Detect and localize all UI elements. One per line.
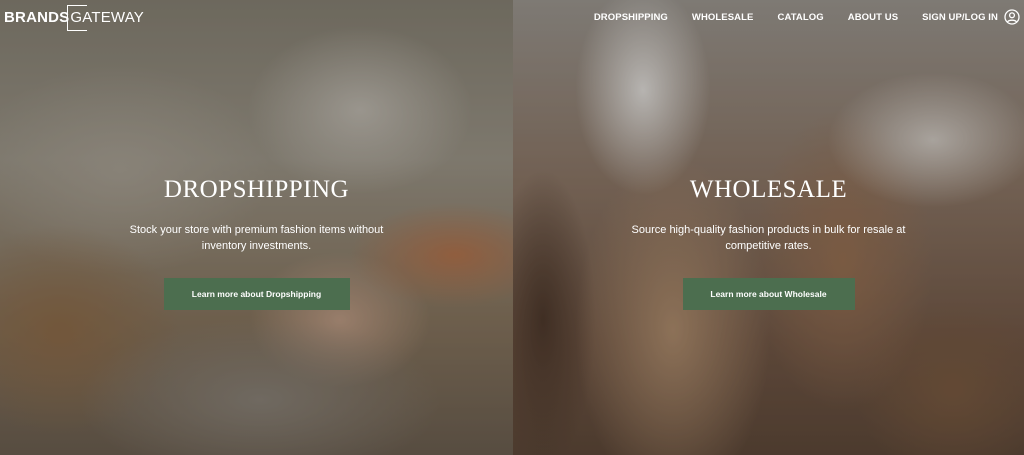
nav-link-wholesale[interactable]: WHOLESALE bbox=[692, 12, 754, 23]
brands-gateway-logo[interactable]: BRANDS GATEWAY bbox=[4, 4, 145, 31]
nav-link-catalog[interactable]: CATALOG bbox=[777, 12, 823, 23]
wholesale-description: Source high-quality fashion products in … bbox=[631, 224, 906, 252]
logo-text-bold: BRANDS bbox=[4, 8, 70, 26]
landing-page: BRANDS GATEWAY DROPSHIPPING WHOLESALE CA… bbox=[0, 0, 1024, 455]
nav-link-about-us[interactable]: ABOUT US bbox=[848, 12, 898, 23]
dropshipping-section: DROPSHIPPING Stock your store with premi… bbox=[0, 0, 513, 455]
learn-more-wholesale-button[interactable]: Learn more about Wholesale bbox=[682, 278, 855, 310]
logo-bracket-mark bbox=[67, 4, 88, 31]
nav-link-dropshipping[interactable]: DROPSHIPPING bbox=[594, 12, 668, 23]
top-navigation-bar: BRANDS GATEWAY DROPSHIPPING WHOLESALE CA… bbox=[0, 0, 1024, 34]
wholesale-heading: WHOLESALE bbox=[689, 176, 848, 203]
nav-link-sign-up-log-in[interactable]: SIGN UP/LOG IN bbox=[922, 12, 998, 23]
learn-more-dropshipping-button[interactable]: Learn more about Dropshipping bbox=[163, 278, 350, 310]
dropshipping-heading: DROPSHIPPING bbox=[163, 176, 350, 203]
wholesale-section: WHOLESALE Source high-quality fashion pr… bbox=[513, 0, 1024, 455]
user-circle-icon[interactable] bbox=[1004, 9, 1020, 25]
dropshipping-description: Stock your store with premium fashion it… bbox=[129, 224, 384, 252]
logo-text-light: GATEWAY bbox=[67, 4, 145, 31]
main-nav: DROPSHIPPING WHOLESALE CATALOG ABOUT US … bbox=[594, 0, 1020, 34]
